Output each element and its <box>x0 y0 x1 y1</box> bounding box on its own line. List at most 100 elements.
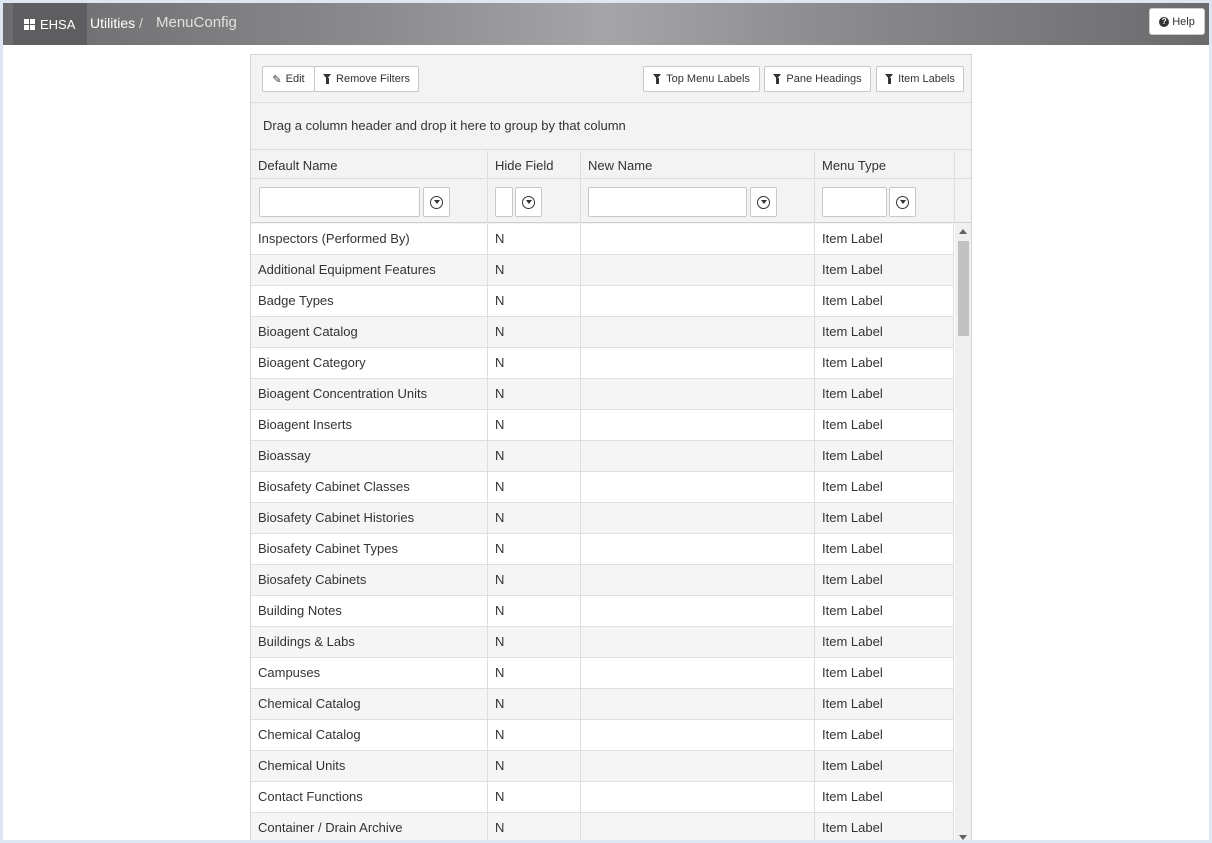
cell-new-name[interactable] <box>581 565 815 596</box>
cell-default-name[interactable]: Bioassay <box>251 441 488 472</box>
cell-new-name[interactable] <box>581 627 815 658</box>
table-row[interactable]: Biosafety Cabinet Classes N Item Label <box>251 472 954 503</box>
cell-hide-field[interactable]: N <box>488 658 581 689</box>
cell-menu-type[interactable]: Item Label <box>815 410 954 441</box>
cell-default-name[interactable]: Buildings & Labs <box>251 627 488 658</box>
cell-new-name[interactable] <box>581 317 815 348</box>
cell-menu-type[interactable]: Item Label <box>815 565 954 596</box>
table-row[interactable]: Bioassay N Item Label <box>251 441 954 472</box>
filter-button-hide-field[interactable] <box>515 187 542 217</box>
filter-input-new-name[interactable] <box>588 187 747 217</box>
cell-menu-type[interactable]: Item Label <box>815 689 954 720</box>
table-row[interactable]: Biosafety Cabinets N Item Label <box>251 565 954 596</box>
cell-new-name[interactable] <box>581 224 815 255</box>
table-row[interactable]: Bioagent Inserts N Item Label <box>251 410 954 441</box>
cell-hide-field[interactable]: N <box>488 689 581 720</box>
cell-new-name[interactable] <box>581 348 815 379</box>
cell-menu-type[interactable]: Item Label <box>815 317 954 348</box>
remove-filters-button[interactable]: Remove Filters <box>314 66 419 92</box>
cell-default-name[interactable]: Bioagent Catalog <box>251 317 488 348</box>
filter-input-default-name[interactable] <box>259 187 420 217</box>
vertical-scrollbar[interactable] <box>955 224 971 840</box>
cell-hide-field[interactable]: N <box>488 596 581 627</box>
scrollbar-thumb[interactable] <box>958 241 969 336</box>
cell-default-name[interactable]: Chemical Units <box>251 751 488 782</box>
cell-new-name[interactable] <box>581 689 815 720</box>
cell-new-name[interactable] <box>581 441 815 472</box>
table-row[interactable]: Building Notes N Item Label <box>251 596 954 627</box>
cell-new-name[interactable] <box>581 286 815 317</box>
cell-default-name[interactable]: Biosafety Cabinet Classes <box>251 472 488 503</box>
table-row[interactable]: Contact Functions N Item Label <box>251 782 954 813</box>
cell-hide-field[interactable]: N <box>488 286 581 317</box>
cell-default-name[interactable]: Additional Equipment Features <box>251 255 488 286</box>
cell-menu-type[interactable]: Item Label <box>815 379 954 410</box>
cell-hide-field[interactable]: N <box>488 813 581 840</box>
cell-menu-type[interactable]: Item Label <box>815 813 954 840</box>
filter-input-menu-type[interactable] <box>822 187 887 217</box>
item-labels-button[interactable]: Item Labels <box>876 66 964 92</box>
cell-new-name[interactable] <box>581 720 815 751</box>
cell-hide-field[interactable]: N <box>488 410 581 441</box>
table-row[interactable]: Bioagent Category N Item Label <box>251 348 954 379</box>
cell-menu-type[interactable]: Item Label <box>815 224 954 255</box>
cell-default-name[interactable]: Biosafety Cabinets <box>251 565 488 596</box>
table-row[interactable]: Buildings & Labs N Item Label <box>251 627 954 658</box>
cell-new-name[interactable] <box>581 255 815 286</box>
column-header-default-name[interactable]: Default Name <box>251 151 488 179</box>
cell-new-name[interactable] <box>581 596 815 627</box>
cell-hide-field[interactable]: N <box>488 379 581 410</box>
cell-new-name[interactable] <box>581 658 815 689</box>
filter-input-hide-field[interactable] <box>495 187 513 217</box>
cell-new-name[interactable] <box>581 472 815 503</box>
scroll-down-arrow-icon[interactable] <box>955 830 971 840</box>
cell-default-name[interactable]: Biosafety Cabinet Types <box>251 534 488 565</box>
cell-hide-field[interactable]: N <box>488 441 581 472</box>
cell-new-name[interactable] <box>581 751 815 782</box>
cell-default-name[interactable]: Contact Functions <box>251 782 488 813</box>
cell-menu-type[interactable]: Item Label <box>815 720 954 751</box>
table-row[interactable]: Chemical Catalog N Item Label <box>251 720 954 751</box>
cell-default-name[interactable]: Chemical Catalog <box>251 720 488 751</box>
table-row[interactable]: Chemical Units N Item Label <box>251 751 954 782</box>
edit-button[interactable]: ✎ Edit <box>262 66 315 92</box>
column-header-hide-field[interactable]: Hide Field <box>488 151 581 179</box>
cell-menu-type[interactable]: Item Label <box>815 534 954 565</box>
cell-hide-field[interactable]: N <box>488 348 581 379</box>
table-row[interactable]: Bioagent Catalog N Item Label <box>251 317 954 348</box>
brand-link[interactable]: EHSA <box>13 3 87 45</box>
cell-hide-field[interactable]: N <box>488 224 581 255</box>
cell-default-name[interactable]: Building Notes <box>251 596 488 627</box>
cell-menu-type[interactable]: Item Label <box>815 658 954 689</box>
cell-hide-field[interactable]: N <box>488 627 581 658</box>
cell-hide-field[interactable]: N <box>488 720 581 751</box>
cell-hide-field[interactable]: N <box>488 782 581 813</box>
cell-default-name[interactable]: Badge Types <box>251 286 488 317</box>
cell-hide-field[interactable]: N <box>488 565 581 596</box>
top-menu-labels-button[interactable]: Top Menu Labels <box>643 66 760 92</box>
cell-menu-type[interactable]: Item Label <box>815 255 954 286</box>
cell-hide-field[interactable]: N <box>488 255 581 286</box>
cell-hide-field[interactable]: N <box>488 534 581 565</box>
column-header-menu-type[interactable]: Menu Type <box>815 151 955 179</box>
breadcrumb-utilities[interactable]: Utilities <box>90 15 135 31</box>
cell-new-name[interactable] <box>581 503 815 534</box>
table-row[interactable]: Campuses N Item Label <box>251 658 954 689</box>
cell-new-name[interactable] <box>581 813 815 840</box>
filter-button-new-name[interactable] <box>750 187 777 217</box>
cell-menu-type[interactable]: Item Label <box>815 596 954 627</box>
cell-menu-type[interactable]: Item Label <box>815 782 954 813</box>
cell-default-name[interactable]: Chemical Catalog <box>251 689 488 720</box>
cell-menu-type[interactable]: Item Label <box>815 627 954 658</box>
cell-default-name[interactable]: Container / Drain Archive <box>251 813 488 840</box>
table-row[interactable]: Container / Drain Archive N Item Label <box>251 813 954 840</box>
cell-default-name[interactable]: Bioagent Inserts <box>251 410 488 441</box>
filter-button-default-name[interactable] <box>423 187 450 217</box>
cell-default-name[interactable]: Campuses <box>251 658 488 689</box>
cell-new-name[interactable] <box>581 379 815 410</box>
cell-new-name[interactable] <box>581 782 815 813</box>
scroll-up-arrow-icon[interactable] <box>955 224 971 238</box>
cell-hide-field[interactable]: N <box>488 317 581 348</box>
pane-headings-button[interactable]: Pane Headings <box>764 66 871 92</box>
column-header-new-name[interactable]: New Name <box>581 151 815 179</box>
